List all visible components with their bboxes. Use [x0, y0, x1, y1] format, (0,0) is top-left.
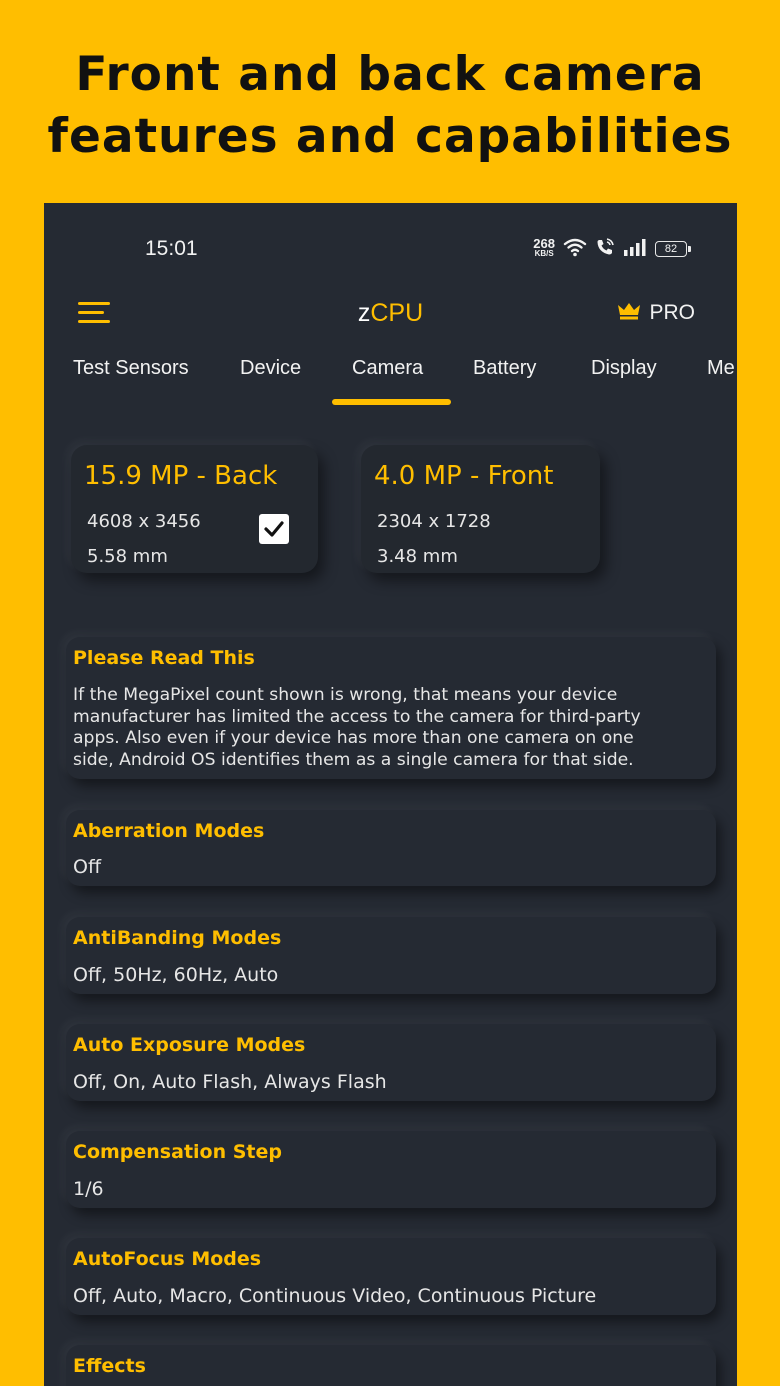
feature-value: Off: [73, 856, 102, 878]
tab-camera[interactable]: Camera: [352, 357, 423, 380]
camera-resolution: 4608 x 3456: [87, 511, 201, 532]
feature-title: Aberration Modes: [73, 820, 265, 842]
tab-device[interactable]: Device: [240, 357, 301, 380]
notice-line: side, Android OS identifies them as a si…: [73, 749, 634, 770]
app-title-prefix: z: [357, 299, 371, 327]
feature-title: Auto Exposure Modes: [73, 1034, 306, 1056]
camera-selected-checkbox[interactable]: [259, 514, 289, 544]
battery-level: 82: [655, 241, 687, 257]
promo-headline-line2: features and capabilities: [47, 109, 733, 164]
phone-screen: 15:01 268 KB/S 82 zCPU PRO Test Sensors …: [44, 203, 737, 1386]
feature-card-effects: Effects: [66, 1345, 716, 1386]
camera-title: 4.0 MP - Front: [374, 461, 554, 491]
checkmark-icon: [264, 521, 284, 537]
status-time: 15:01: [145, 237, 198, 260]
tab-display[interactable]: Display: [591, 357, 657, 380]
feature-value: Off, 50Hz, 60Hz, Auto: [73, 964, 279, 986]
notice-line: apps. Also even if your device has more …: [73, 728, 634, 748]
feature-value: Off, Auto, Macro, Continuous Video, Cont…: [73, 1285, 597, 1307]
tab-test-sensors[interactable]: Test Sensors: [73, 357, 189, 380]
feature-card-auto-exposure: Auto Exposure Modes Off, On, Auto Flash,…: [66, 1024, 716, 1101]
camera-card-front[interactable]: 4.0 MP - Front 2304 x 1728 3.48 mm: [361, 445, 600, 573]
tab-bar: Test Sensors Device Camera Battery Displ…: [44, 353, 737, 409]
notice-card: Please Read This If the MegaPixel count …: [66, 637, 716, 779]
feature-title: AutoFocus Modes: [73, 1248, 262, 1270]
camera-resolution: 2304 x 1728: [377, 511, 491, 532]
notice-text: If the MegaPixel count shown is wrong, t…: [73, 685, 713, 771]
camera-focal-length: 5.58 mm: [87, 546, 168, 567]
active-tab-indicator: [332, 399, 451, 405]
promo-headline: Front and back camera features and capab…: [0, 44, 780, 168]
notice-title: Please Read This: [73, 647, 255, 669]
wifi-icon: [563, 237, 587, 261]
pro-button[interactable]: PRO: [617, 301, 695, 325]
tab-more[interactable]: Me: [707, 357, 735, 380]
battery-icon: 82: [655, 241, 691, 257]
feature-value: 1/6: [73, 1178, 104, 1200]
feature-title: Effects: [73, 1355, 146, 1377]
app-title-main: CPU: [370, 299, 424, 327]
feature-card-autofocus: AutoFocus Modes Off, Auto, Macro, Contin…: [66, 1238, 716, 1315]
promo-headline-line1: Front and back camera: [75, 47, 705, 102]
notice-line: manufacturer has limited the access to t…: [73, 706, 641, 727]
camera-card-back[interactable]: 15.9 MP - Back 4608 x 3456 5.58 mm: [71, 445, 318, 573]
camera-title: 15.9 MP - Back: [84, 461, 278, 491]
net-speed: 268 KB/S: [533, 236, 555, 259]
feature-card-compensation-step: Compensation Step 1/6: [66, 1131, 716, 1208]
call-icon: [595, 237, 615, 261]
net-speed-value: 268: [533, 236, 555, 251]
net-speed-unit: KB/S: [534, 249, 554, 258]
feature-title: Compensation Step: [73, 1141, 282, 1163]
signal-icon: [623, 238, 647, 260]
crown-icon: [617, 302, 641, 324]
status-icons: 268 KB/S 82: [533, 237, 691, 261]
notice-line: If the MegaPixel count shown is wrong, t…: [73, 685, 618, 705]
feature-value: Off, On, Auto Flash, Always Flash: [73, 1071, 387, 1093]
tab-battery[interactable]: Battery: [473, 357, 536, 380]
feature-title: AntiBanding Modes: [73, 927, 282, 949]
camera-focal-length: 3.48 mm: [377, 546, 458, 567]
pro-label: PRO: [649, 301, 695, 324]
feature-card-antibanding: AntiBanding Modes Off, 50Hz, 60Hz, Auto: [66, 917, 716, 994]
feature-card-aberration: Aberration Modes Off: [66, 810, 716, 886]
